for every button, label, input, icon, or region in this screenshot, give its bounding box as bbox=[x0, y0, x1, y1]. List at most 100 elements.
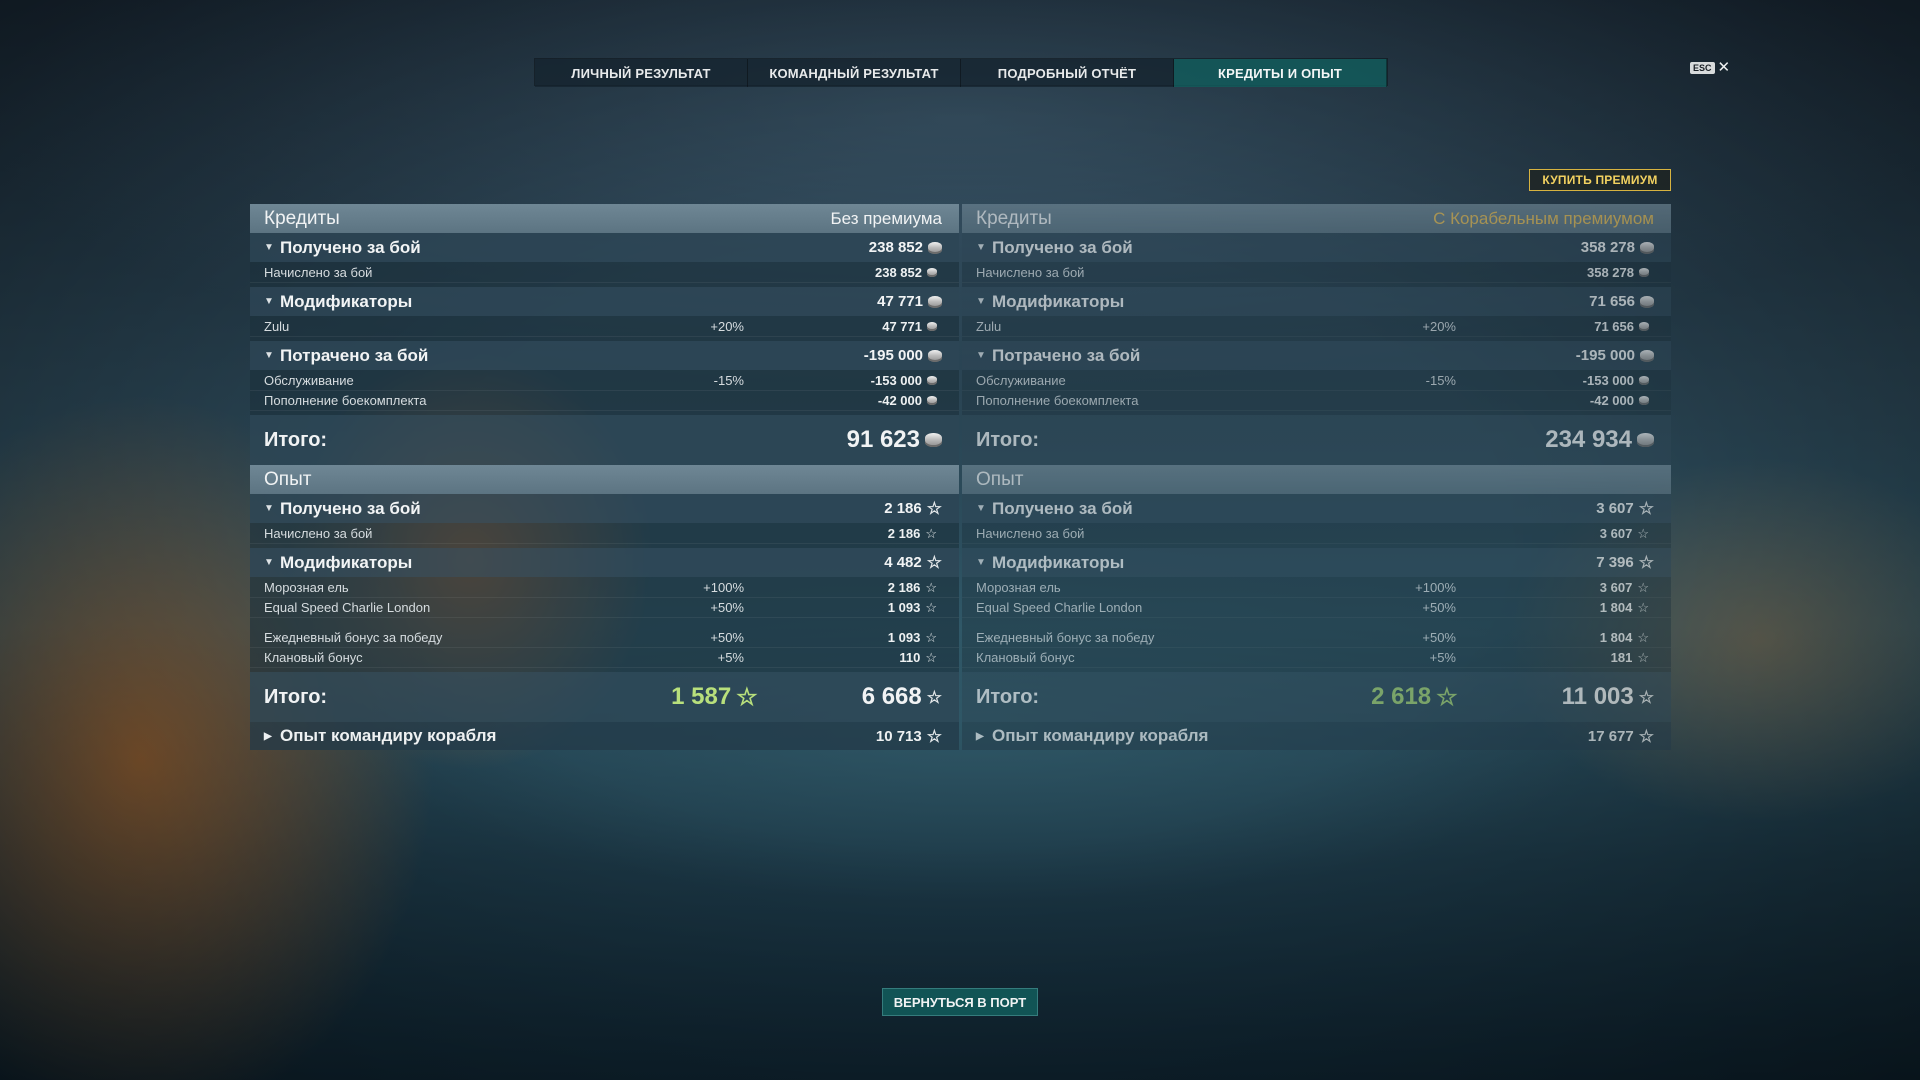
row-label: Клановый бонус bbox=[264, 650, 363, 665]
row-value: 181 bbox=[1610, 650, 1633, 665]
tab-team-result[interactable]: КОМАНДНЫЙ РЕЗУЛЬТАТ bbox=[748, 59, 961, 87]
xp-star-icon: ☆ bbox=[926, 687, 942, 707]
list-item: Морозная ель +100% 2 186 ☆ bbox=[250, 578, 959, 598]
credits-icon bbox=[928, 349, 942, 362]
row-value: 3 607 bbox=[1599, 580, 1633, 595]
row-pct: +20% bbox=[1422, 319, 1456, 334]
list-item: Начислено за бой 238 852 bbox=[250, 263, 959, 283]
row-label: Морозная ель bbox=[976, 580, 1061, 595]
xp-star-icon: ☆ bbox=[925, 526, 937, 541]
commander-xp-group[interactable]: ▶ Опыт командиру корабля 17 677 ☆ bbox=[962, 722, 1671, 750]
row-value: 1 093 bbox=[887, 630, 921, 645]
result-tabs: ЛИЧНЫЙ РЕЗУЛЬТАТ КОМАНДНЫЙ РЕЗУЛЬТАТ ПОД… bbox=[534, 58, 1388, 87]
free-xp-number: 2 618 bbox=[1371, 683, 1432, 710]
xp-header: Опыт bbox=[250, 465, 959, 494]
tab-credits-and-xp[interactable]: КРЕДИТЫ И ОПЫТ bbox=[1174, 59, 1387, 87]
credits-spent-group[interactable]: ▼ Потрачено за бой -195 000 bbox=[962, 341, 1671, 370]
group-value: 17 677 bbox=[1587, 727, 1634, 745]
buy-premium-button[interactable]: КУПИТЬ ПРЕМИУМ bbox=[1529, 169, 1671, 191]
xp-earned-group[interactable]: ▼ Получено за бой 3 607 ☆ bbox=[962, 494, 1671, 523]
free-xp-value: 1 587 ☆ bbox=[671, 683, 810, 711]
xp-star-icon: ☆ bbox=[925, 650, 937, 665]
column-subtitle: Без премиума bbox=[830, 208, 942, 228]
no-premium-column: Кредиты Без премиума ▼ Получено за бой 2… bbox=[250, 204, 959, 750]
row-label: Ежедневный бонус за победу bbox=[976, 630, 1155, 645]
free-xp-star-icon: ☆ bbox=[1436, 683, 1458, 711]
column-subtitle: С Корабельным премиумом bbox=[1433, 208, 1654, 228]
close-button[interactable]: ESC ✕ bbox=[1690, 60, 1730, 75]
commander-xp-group[interactable]: ▶ Опыт командиру корабля 10 713 ☆ bbox=[250, 722, 959, 750]
group-value: 358 278 bbox=[1580, 239, 1635, 256]
xp-star-icon: ☆ bbox=[925, 630, 937, 645]
row-value: -153 000 bbox=[1582, 373, 1634, 388]
list-item: Обслуживание -15% -153 000 bbox=[962, 371, 1671, 391]
list-item: Пополнение боекомплекта -42 000 bbox=[962, 391, 1671, 411]
xp-modifiers-group[interactable]: ▼ Модификаторы 7 396 ☆ bbox=[962, 548, 1671, 577]
xp-header: Опыт bbox=[962, 465, 1671, 494]
credits-earned-group[interactable]: ▼ Получено за бой 238 852 bbox=[250, 233, 959, 262]
row-pct: +50% bbox=[710, 600, 744, 615]
group-label: Получено за бой bbox=[280, 237, 421, 257]
row-label: Пополнение боекомплекта bbox=[976, 393, 1139, 408]
total-label: Итого: bbox=[264, 685, 328, 708]
row-label: Equal Speed Charlie London bbox=[976, 600, 1143, 615]
group-label: Получено за бой bbox=[992, 498, 1133, 518]
collapse-arrow-icon: ▼ bbox=[264, 242, 274, 253]
collapse-arrow-icon: ▼ bbox=[976, 503, 986, 514]
return-to-port-button[interactable]: ВЕРНУТЬСЯ В ПОРТ bbox=[882, 988, 1038, 1016]
list-item: Ежедневный бонус за победу +50% 1 093 ☆ bbox=[250, 628, 959, 648]
expand-arrow-icon: ▶ bbox=[264, 730, 272, 742]
tab-personal-result[interactable]: ЛИЧНЫЙ РЕЗУЛЬТАТ bbox=[535, 59, 748, 87]
credits-icon bbox=[1640, 349, 1654, 362]
row-pct: -15% bbox=[713, 373, 744, 388]
list-item: Equal Speed Charlie London +50% 1 804 ☆ bbox=[962, 598, 1671, 618]
group-label: Модификаторы bbox=[280, 291, 413, 311]
xp-star-icon: ☆ bbox=[925, 600, 937, 615]
group-value: 238 852 bbox=[868, 239, 923, 256]
credits-header: Кредиты С Корабельным премиумом bbox=[962, 204, 1671, 233]
credits-icon bbox=[1639, 396, 1649, 405]
free-xp-star-icon: ☆ bbox=[736, 683, 758, 711]
group-label: Потрачено за бой bbox=[280, 345, 429, 365]
row-label: Zulu bbox=[264, 319, 290, 334]
credits-icon bbox=[1639, 322, 1649, 331]
row-value: -153 000 bbox=[870, 373, 922, 388]
row-label: Морозная ель bbox=[264, 580, 349, 595]
credits-spent-group[interactable]: ▼ Потрачено за бой -195 000 bbox=[250, 341, 959, 370]
collapse-arrow-icon: ▼ bbox=[264, 350, 274, 361]
group-value: 2 186 bbox=[884, 500, 922, 517]
collapse-arrow-icon: ▼ bbox=[976, 296, 986, 307]
row-label: Zulu bbox=[976, 319, 1002, 334]
row-value: 1 804 bbox=[1599, 600, 1633, 615]
group-label: Потрачено за бой bbox=[992, 345, 1141, 365]
xp-modifiers-group[interactable]: ▼ Модификаторы 4 482 ☆ bbox=[250, 548, 959, 577]
group-label: Получено за бой bbox=[280, 498, 421, 518]
collapse-arrow-icon: ▼ bbox=[976, 350, 986, 361]
row-label: Начислено за бой bbox=[976, 526, 1085, 541]
xp-star-icon: ☆ bbox=[926, 553, 942, 572]
list-item: Пополнение боекомплекта -42 000 bbox=[250, 391, 959, 411]
esc-key-badge: ESC bbox=[1690, 62, 1715, 74]
list-item: Начислено за бой 3 607 ☆ bbox=[962, 524, 1671, 544]
row-label: Equal Speed Charlie London bbox=[264, 600, 431, 615]
xp-star-icon: ☆ bbox=[926, 499, 942, 518]
list-item: Zulu +20% 71 656 bbox=[962, 317, 1671, 337]
group-value: 10 713 bbox=[875, 727, 922, 745]
list-item: Начислено за бой 358 278 bbox=[962, 263, 1671, 283]
row-pct: +5% bbox=[1429, 650, 1456, 665]
credits-modifiers-group[interactable]: ▼ Модификаторы 47 771 bbox=[250, 287, 959, 316]
row-value: 2 186 bbox=[887, 580, 921, 595]
xp-star-icon: ☆ bbox=[1638, 499, 1654, 518]
tab-detailed-report[interactable]: ПОДРОБНЫЙ ОТЧЁТ bbox=[961, 59, 1174, 87]
list-item: Начислено за бой 2 186 ☆ bbox=[250, 524, 959, 544]
credits-earned-group[interactable]: ▼ Получено за бой 358 278 bbox=[962, 233, 1671, 262]
credits-modifiers-group[interactable]: ▼ Модификаторы 71 656 bbox=[962, 287, 1671, 316]
credits-icon bbox=[928, 241, 942, 254]
collapse-arrow-icon: ▼ bbox=[976, 242, 986, 253]
xp-star-icon: ☆ bbox=[1637, 580, 1649, 595]
credits-total: Итого: 91 623 bbox=[250, 415, 959, 465]
xp-earned-group[interactable]: ▼ Получено за бой 2 186 ☆ bbox=[250, 494, 959, 523]
total-label: Итого: bbox=[976, 685, 1040, 708]
group-value: 47 771 bbox=[877, 293, 923, 310]
credits-icon bbox=[1640, 295, 1654, 308]
